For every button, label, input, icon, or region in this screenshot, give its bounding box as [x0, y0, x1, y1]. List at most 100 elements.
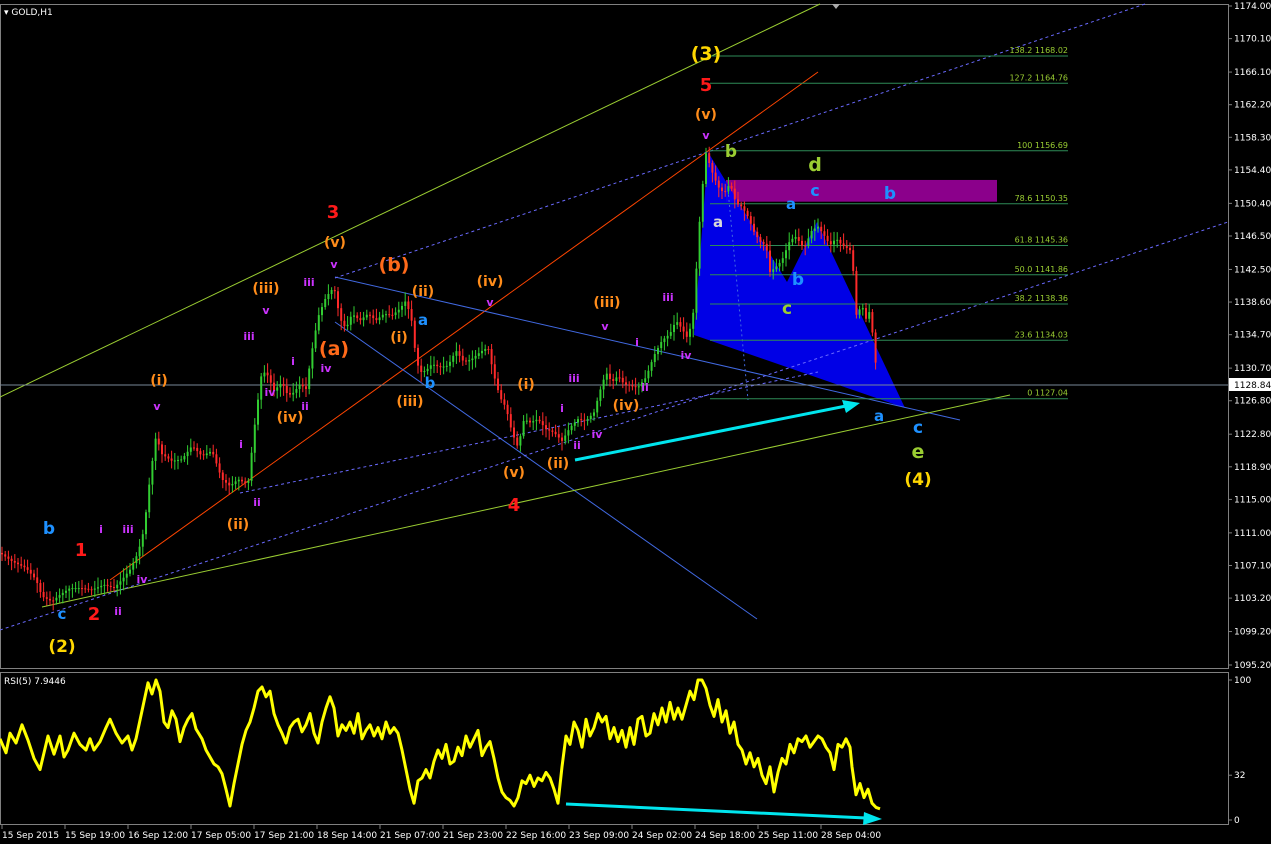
candle-body	[231, 484, 234, 486]
wave-label: c	[913, 418, 923, 438]
candle-body	[52, 600, 55, 602]
candle-body	[541, 421, 544, 426]
candle-body	[756, 231, 759, 238]
candle-body	[676, 322, 679, 325]
candle-body	[353, 315, 355, 317]
fib-level-label: 78.6 1150.35	[1015, 194, 1068, 203]
time-tick-label: 15 Sep 2015	[2, 831, 59, 841]
wave-label: (iv)	[613, 398, 640, 414]
candle-body	[445, 365, 448, 367]
price-tick-label: 1095.20	[1234, 661, 1271, 671]
wave-label: (ii)	[547, 456, 569, 472]
candle-body	[503, 399, 506, 405]
candle-body	[785, 250, 787, 259]
candle-body	[436, 364, 439, 367]
wave-label: (4)	[904, 470, 931, 490]
candle-body	[477, 353, 480, 356]
candle-body	[394, 312, 397, 316]
candle-body	[324, 299, 327, 308]
candle-body	[113, 586, 115, 589]
candle-body	[791, 238, 794, 243]
wave-label: iv	[137, 573, 149, 586]
candle-body	[401, 305, 403, 310]
candle-body	[340, 308, 343, 321]
price-tick-label: 1162.20	[1234, 101, 1271, 111]
candle-body	[33, 573, 35, 578]
scroll-marker-icon[interactable]	[832, 4, 840, 9]
wave-label: (ii)	[227, 517, 249, 533]
candle-body	[215, 454, 218, 464]
candle-body	[858, 309, 861, 315]
rsi-tick-label: 32	[1234, 771, 1245, 781]
candle-body	[666, 335, 669, 339]
candle-body	[625, 382, 627, 385]
candle-body	[580, 419, 583, 421]
candle-body	[413, 320, 416, 348]
candle-body	[484, 348, 487, 351]
candle-body	[775, 266, 778, 270]
candle-body	[337, 291, 339, 309]
price-tick-label: 1150.40	[1234, 199, 1271, 209]
candle-body	[196, 447, 199, 452]
wave-label: v	[486, 296, 494, 309]
candle-body	[781, 258, 784, 263]
wave-label: c	[58, 605, 67, 623]
candle-body	[29, 569, 32, 574]
time-tick-label: 15 Sep 19:00	[65, 831, 125, 841]
dropdown-triangle-icon[interactable]: ▾	[4, 8, 9, 18]
wave-label: iii	[122, 523, 133, 536]
candle-body	[586, 419, 589, 421]
candle-body	[385, 314, 387, 316]
svg-text:1128.84: 1128.84	[1234, 381, 1271, 391]
candle-body	[292, 392, 295, 395]
candle-body	[631, 385, 634, 387]
wave-label: b	[884, 184, 896, 204]
fib-level-label: 38.2 1138.36	[1015, 294, 1068, 303]
candle-body	[234, 481, 237, 485]
wave-label: ii	[641, 381, 649, 394]
candle-body	[721, 187, 723, 192]
candle-body	[132, 562, 135, 570]
candle-body	[551, 430, 554, 432]
candle-body	[653, 354, 656, 363]
candle-body	[740, 204, 743, 207]
wave-label: i	[99, 523, 103, 536]
candle-body	[81, 588, 83, 590]
candle-body	[247, 480, 250, 483]
candle-body	[839, 239, 842, 244]
candle-body	[618, 377, 621, 379]
rsi-axis: 100 32 0	[1228, 676, 1251, 826]
candle-body	[634, 386, 637, 388]
candle-body	[826, 235, 829, 242]
candle-body	[657, 348, 659, 355]
wave-label: (iv)	[277, 410, 304, 426]
candle-body	[221, 472, 224, 481]
candle-body	[103, 584, 106, 586]
gold-h1-chart[interactable]: 138.2 1168.02 127.2 1164.76 100 1156.69 78.…	[0, 0, 1271, 844]
wave-label: v	[330, 258, 338, 271]
candle-body	[1, 552, 3, 555]
candle-body	[567, 430, 570, 436]
candle-body	[573, 422, 576, 426]
candle-body	[522, 421, 525, 437]
candle-body	[637, 386, 640, 388]
candle-body	[23, 565, 26, 568]
candle-body	[36, 577, 39, 584]
candle-body	[525, 420, 528, 422]
fib-level-label: 100 1156.69	[1017, 141, 1068, 150]
wave-label: iv	[592, 428, 604, 441]
candle-body	[189, 447, 192, 452]
candle-body	[369, 314, 371, 316]
candle-body	[717, 180, 720, 188]
candle-body	[282, 384, 285, 386]
candle-body	[724, 191, 727, 193]
candle-body	[202, 454, 205, 456]
candle-body	[669, 332, 672, 336]
wave-label: (iv)	[477, 274, 504, 290]
candle-body	[13, 561, 16, 563]
candle-body	[362, 317, 365, 321]
candle-body	[420, 365, 423, 372]
candle-body	[557, 434, 560, 438]
candle-body	[689, 328, 691, 337]
time-tick-label: 28 Sep 04:00	[821, 831, 881, 841]
